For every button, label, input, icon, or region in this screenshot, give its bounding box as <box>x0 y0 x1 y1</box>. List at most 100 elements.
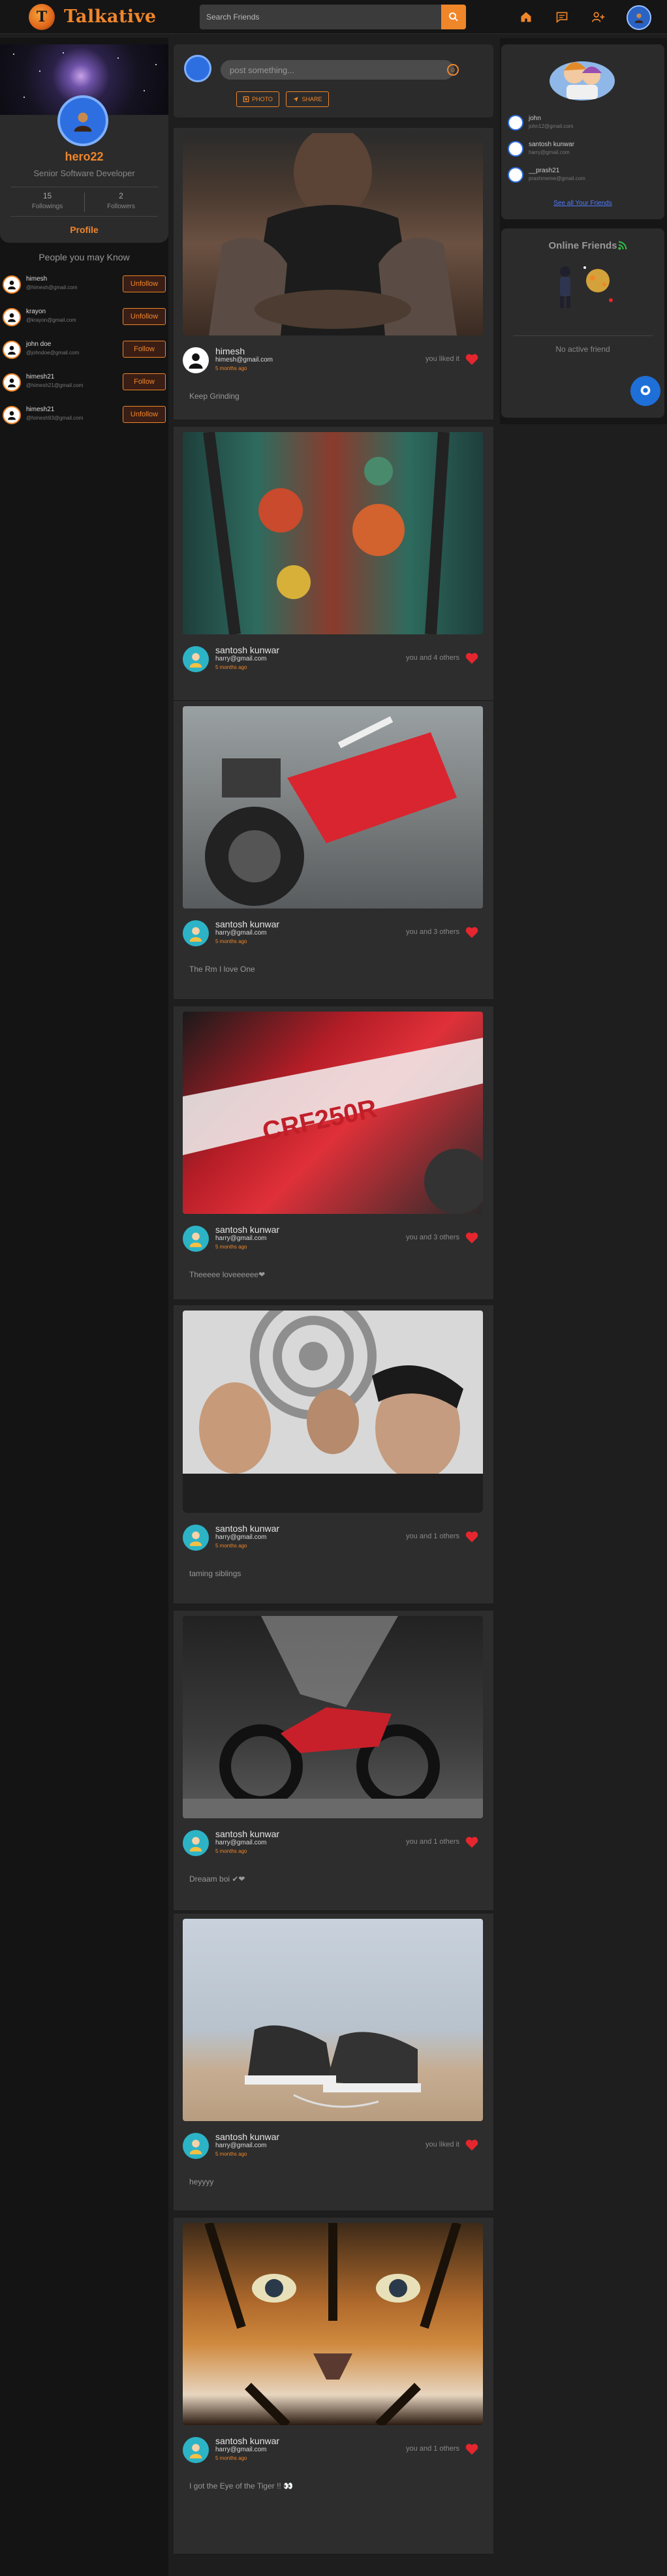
post-card: santosh kunwar harry@gmail.com 5 months … <box>174 1914 493 2211</box>
heart-icon[interactable] <box>465 1530 479 1543</box>
friend-name: santosh kunwar <box>529 141 575 148</box>
suggested-user-avatar[interactable] <box>3 275 21 294</box>
post-author-avatar[interactable] <box>183 1226 209 1252</box>
search-button[interactable] <box>441 5 466 29</box>
left-sidebar: hero22 Senior Software Developer 15 Foll… <box>0 38 168 2576</box>
user-avatar[interactable] <box>627 5 651 30</box>
heart-icon[interactable] <box>465 2138 479 2151</box>
friend-item[interactable]: john john12@gmail.com <box>508 112 658 136</box>
suggested-user-name[interactable]: krayon <box>26 308 46 315</box>
followers-stat[interactable]: 2 Followers <box>84 191 158 210</box>
suggested-user-name[interactable]: himesh21 <box>26 406 54 413</box>
see-all-friends-link[interactable]: See all Your Friends <box>501 200 664 207</box>
post-author-avatar[interactable] <box>183 347 209 373</box>
post-author-name[interactable]: santosh kunwar <box>215 919 279 929</box>
post-author-email: harry@gmail.com <box>215 929 267 937</box>
chat-button[interactable] <box>553 8 570 25</box>
chat-fab-button[interactable] <box>630 376 660 406</box>
suggested-user-avatar[interactable] <box>3 406 21 424</box>
post-likes: you and 4 others <box>406 654 459 662</box>
heart-icon[interactable] <box>465 925 479 939</box>
follow-button[interactable]: Follow <box>123 373 166 390</box>
logo[interactable]: T <box>29 4 55 30</box>
logo-letter: T <box>36 8 48 25</box>
post-author-name[interactable]: santosh kunwar <box>215 645 279 655</box>
post-card: CRF250R santosh kunwar harry@gmail.com 5… <box>174 1006 493 1300</box>
post-image[interactable] <box>183 133 483 335</box>
post-author-avatar[interactable] <box>183 646 209 672</box>
unfollow-button[interactable]: Unfollow <box>123 275 166 292</box>
unfollow-button[interactable]: Unfollow <box>123 406 166 423</box>
profile-link[interactable]: Profile <box>0 225 168 235</box>
no-active-friend-text: No active friend <box>555 345 610 354</box>
post-author-avatar[interactable] <box>183 2133 209 2159</box>
suggested-user-avatar[interactable] <box>3 341 21 359</box>
post-card: santosh kunwar harry@gmail.com 5 months … <box>174 1305 493 1604</box>
profile-name: hero22 <box>65 150 104 163</box>
post-author-name[interactable]: santosh kunwar <box>215 1224 279 1235</box>
post-author-name[interactable]: santosh kunwar <box>215 2132 279 2142</box>
post-author-name[interactable]: santosh kunwar <box>215 2436 279 2446</box>
followings-stat[interactable]: 15 Followings <box>10 191 84 210</box>
unfollow-button[interactable]: Unfollow <box>123 308 166 325</box>
post-image[interactable]: CRF250R <box>183 1012 483 1214</box>
followers-count: 2 <box>119 191 123 200</box>
post-author-avatar[interactable] <box>183 2437 209 2463</box>
suggested-user-email: @himesh93@gmail.com <box>26 415 84 421</box>
heart-icon[interactable] <box>465 2442 479 2455</box>
post-author-name[interactable]: santosh kunwar <box>215 1523 279 1534</box>
photo-icon <box>243 96 249 102</box>
heart-icon[interactable] <box>465 352 479 365</box>
profile-stats: 15 Followings 2 Followers <box>10 187 158 217</box>
user-silhouette-icon <box>8 379 16 388</box>
post-image[interactable] <box>183 2223 483 2425</box>
friend-item[interactable]: __prash21 prashmeme@gmail.com <box>508 164 658 188</box>
heart-icon[interactable] <box>465 651 479 664</box>
post-author-name[interactable]: himesh <box>215 346 245 356</box>
suggested-user: krayon @krayon@gmail.com Unfollow <box>3 304 167 329</box>
post-likes: you and 3 others <box>406 1234 459 1241</box>
share-label: SHARE <box>302 96 322 102</box>
profile-avatar[interactable] <box>57 95 108 146</box>
chat-icon <box>556 12 568 23</box>
suggested-user-name[interactable]: himesh21 <box>26 373 54 380</box>
photo-button[interactable]: PHOTO <box>236 91 279 107</box>
post-author-avatar[interactable] <box>183 920 209 946</box>
user-silhouette-icon <box>189 353 203 369</box>
share-button[interactable]: SHARE <box>286 91 329 107</box>
post-author-avatar[interactable] <box>183 1830 209 1856</box>
emoji-button[interactable]: ☺ <box>447 64 459 76</box>
post-image[interactable] <box>183 1311 483 1513</box>
post-image[interactable] <box>183 1919 483 2121</box>
suggested-user-name[interactable]: john doe <box>26 341 51 348</box>
post-image[interactable] <box>183 1616 483 1818</box>
post-caption: taming siblings <box>189 1569 241 1578</box>
suggested-user-name[interactable]: himesh <box>26 275 47 283</box>
add-friend-button[interactable] <box>590 8 607 25</box>
home-button[interactable] <box>518 8 535 25</box>
post-author-avatar[interactable] <box>183 1525 209 1551</box>
feed: ☺ PHOTO SHARE himesh himesh@gmail.com 5 … <box>174 38 493 2576</box>
suggested-user-email: @himesh@gmail.com <box>26 285 78 290</box>
smile-icon: ☺ <box>449 66 457 74</box>
post-likes: you and 1 others <box>406 1532 459 1540</box>
post-author-name[interactable]: santosh kunwar <box>215 1829 279 1839</box>
friend-item[interactable]: santosh kunwar harry@gmail.com <box>508 138 658 162</box>
heart-icon[interactable] <box>465 1835 479 1848</box>
post-input[interactable] <box>221 60 454 80</box>
suggested-user: himesh21 @himesh21@gmail.com Follow <box>3 369 167 394</box>
post-timestamp: 5 months ago <box>215 664 247 670</box>
post-caption: Keep Grinding <box>189 392 240 401</box>
heart-icon[interactable] <box>465 1231 479 1244</box>
post-card: santosh kunwar harry@gmail.com 5 months … <box>174 701 493 1000</box>
suggested-user-avatar[interactable] <box>3 308 21 326</box>
post-timestamp: 5 months ago <box>215 2455 247 2461</box>
follow-button[interactable]: Follow <box>123 341 166 358</box>
people-you-may-know-title: People you may Know <box>39 252 130 262</box>
search-input[interactable] <box>200 5 442 29</box>
post-image[interactable] <box>183 432 483 634</box>
post-image[interactable] <box>183 706 483 908</box>
suggested-user-avatar[interactable] <box>3 373 21 392</box>
post-author-email: harry@gmail.com <box>215 2446 267 2453</box>
brand-name[interactable]: Talkative <box>64 7 157 27</box>
